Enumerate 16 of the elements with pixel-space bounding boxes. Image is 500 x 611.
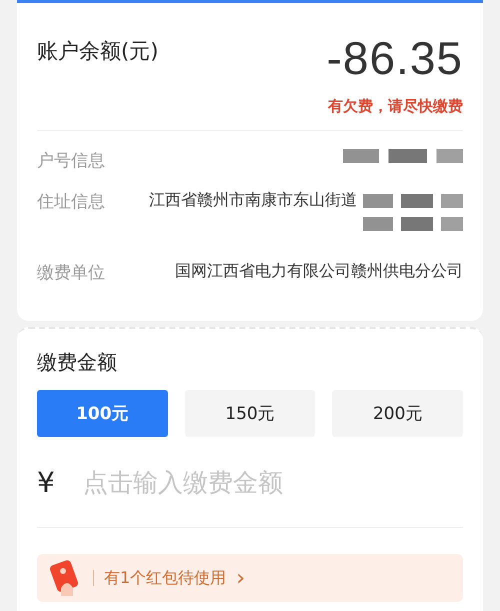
info-label: 户号信息 <box>37 150 105 172</box>
amount-input[interactable]: 点击输入缴费金额 <box>80 466 463 498</box>
amount-option[interactable]: 100元 <box>37 390 168 437</box>
balance-label: 账户余额(元) <box>37 38 158 65</box>
section-title: 缴费金额 <box>37 349 118 376</box>
balance-amount: -86.35 <box>326 31 463 85</box>
currency-symbol: ¥ <box>37 466 55 498</box>
chevron-icon: › <box>236 566 245 590</box>
info-value: 江西省赣州市南康市东山街道 <box>149 190 357 211</box>
info-label: 住址信息 <box>37 191 105 213</box>
arrears-notice: 有欠费，请尽快缴费 <box>326 97 463 116</box>
amount-option[interactable]: 150元 <box>184 390 316 437</box>
amount-option[interactable]: 200元 <box>332 390 464 437</box>
coupon-text: 有1个红包待使用 <box>104 568 226 588</box>
info-label: 缴费单位 <box>37 262 105 284</box>
info-value: 国网江西省电力有限公司赣州供电分公司 <box>175 261 463 282</box>
